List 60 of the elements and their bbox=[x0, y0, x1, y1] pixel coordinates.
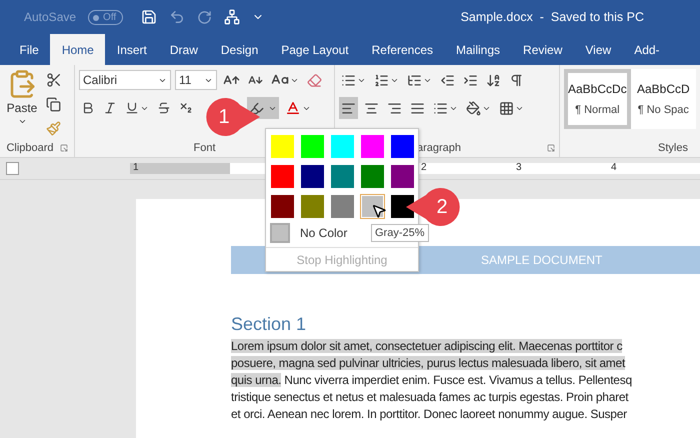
color-swatch[interactable] bbox=[330, 194, 355, 219]
ribbon-tab[interactable]: File bbox=[8, 35, 50, 65]
body-text-line: et orci. Aenean nec lorem. In porttitor. Donec laoreet nonummy augue. Susper bbox=[231, 406, 628, 423]
ribbon-tab[interactable]: Home bbox=[50, 34, 106, 65]
ruler-number: 4 bbox=[611, 162, 617, 173]
body-text-line: quis urna. Nunc viverra imperdiet enim. Fusce est. Vivamus a tellus. Pellentesq bbox=[231, 372, 633, 389]
caret-icon[interactable] bbox=[18, 117, 26, 126]
font-name-field[interactable]: Calibri bbox=[79, 70, 171, 90]
ribbon-tab[interactable]: Design bbox=[209, 35, 270, 65]
font-size-field[interactable]: 11 bbox=[175, 70, 217, 90]
ribbon-tab[interactable]: Review bbox=[512, 35, 574, 65]
launcher-icon[interactable] bbox=[60, 144, 68, 152]
ribbon-tab[interactable]: Insert bbox=[105, 35, 158, 65]
color-swatch[interactable] bbox=[360, 134, 385, 159]
ribbon-tab[interactable]: References bbox=[360, 35, 445, 65]
redo-icon[interactable] bbox=[197, 10, 212, 24]
launcher-icon[interactable] bbox=[547, 144, 555, 152]
field-value: 11 bbox=[179, 73, 192, 87]
color-swatch[interactable] bbox=[330, 134, 355, 159]
style-card[interactable]: AaBbCcDc ¶ Normal bbox=[564, 69, 631, 129]
group-label: Clipboard bbox=[6, 142, 54, 154]
group-label: Styles bbox=[658, 142, 688, 154]
color-swatch[interactable] bbox=[300, 194, 325, 219]
section-heading: Section 1 bbox=[231, 314, 308, 336]
ruler-number: 1 bbox=[133, 162, 139, 173]
ribbon-tab[interactable]: Mailings bbox=[444, 35, 512, 65]
color-swatch[interactable] bbox=[270, 164, 295, 189]
tab-stop-icon[interactable] bbox=[6, 162, 19, 175]
tooltip: Gray-25% bbox=[371, 224, 429, 242]
document-title: Sample.docx - Saved to this PC bbox=[460, 10, 644, 24]
color-swatch[interactable] bbox=[390, 194, 415, 219]
pointer-icon bbox=[371, 203, 387, 219]
field-value: Calibri bbox=[83, 73, 118, 87]
body-text-line: tristique senectus et netus et malesuada fames ac turpis egestas. Proin pharet bbox=[231, 389, 630, 406]
hierarchy-icon[interactable] bbox=[224, 9, 240, 25]
color-swatch[interactable] bbox=[390, 134, 415, 159]
color-swatch[interactable] bbox=[300, 134, 325, 159]
color-swatch[interactable] bbox=[330, 164, 355, 189]
ribbon-tab[interactable]: Add- bbox=[622, 35, 672, 65]
color-swatch[interactable] bbox=[300, 164, 325, 189]
step-callout: 1 bbox=[204, 97, 262, 137]
group-label: Font bbox=[193, 142, 216, 154]
style-card[interactable]: AaBbCcD ¶ No Spac bbox=[630, 69, 696, 129]
color-swatch[interactable] bbox=[270, 194, 295, 219]
ribbon-tab[interactable]: Page Layout bbox=[270, 35, 360, 65]
group-label: aragraph bbox=[417, 142, 462, 154]
color-swatch[interactable] bbox=[360, 164, 385, 189]
step-callout: 2 bbox=[404, 187, 462, 227]
ribbon-tab[interactable]: Draw bbox=[158, 35, 210, 65]
ruler-number: 2 bbox=[421, 162, 427, 173]
ruler-number: 3 bbox=[516, 162, 522, 173]
save-icon[interactable] bbox=[141, 9, 158, 25]
paste-label[interactable]: Paste bbox=[6, 101, 38, 115]
autosave-label: AutoSave bbox=[24, 10, 76, 24]
align-icon[interactable] bbox=[339, 97, 358, 119]
highlighter-icon[interactable] bbox=[247, 97, 279, 119]
ribbon-tab[interactable]: View bbox=[574, 35, 623, 65]
color-swatch[interactable] bbox=[270, 134, 295, 159]
undo-icon[interactable] bbox=[169, 9, 186, 25]
color-swatch[interactable] bbox=[390, 164, 415, 189]
